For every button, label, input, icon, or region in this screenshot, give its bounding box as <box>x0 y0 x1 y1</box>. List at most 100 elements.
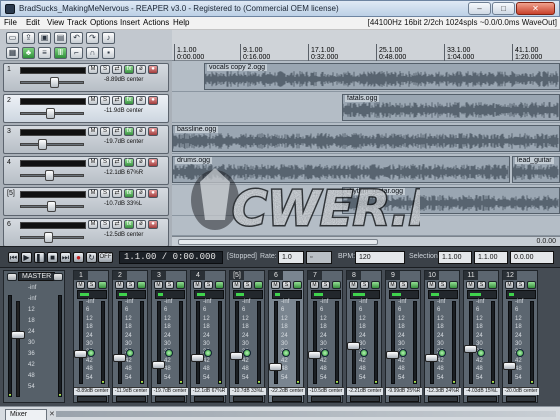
channel-strip[interactable]: 4MS-inf61218243036424854-12.1dB 67%R <box>190 270 227 403</box>
mute-button[interactable]: M <box>88 96 98 105</box>
grid-icon[interactable]: ▦ <box>6 47 19 59</box>
record-input-led[interactable] <box>360 349 368 357</box>
channel-strip[interactable]: 11MS-inf61218243036424854-4.03dB 15%L <box>463 270 500 403</box>
repeat-icon[interactable]: ↻ <box>86 252 97 263</box>
menu-insert[interactable]: Insert <box>120 18 140 27</box>
envelope-icon[interactable]: Ⅲ <box>54 47 67 59</box>
media-item[interactable]: fatals.ogg <box>342 94 560 121</box>
solo-button[interactable]: S <box>100 127 110 136</box>
channel-strip[interactable]: 7MS-inf61218243036424854-10.5dB center <box>307 270 344 403</box>
record-input-led[interactable] <box>126 349 134 357</box>
channel-pan-knob[interactable] <box>389 290 419 299</box>
channel-name-field[interactable] <box>506 396 536 402</box>
volume-knob[interactable] <box>46 108 55 119</box>
channel-pan-knob[interactable] <box>311 290 341 299</box>
selection-end-field[interactable]: 1.1.00 <box>474 251 508 264</box>
track-name-field[interactable] <box>20 222 86 229</box>
master-fader-knob[interactable] <box>11 331 25 339</box>
record-input-led[interactable] <box>165 349 173 357</box>
channel-fader-knob[interactable] <box>386 350 399 359</box>
channel-name-field[interactable] <box>116 396 146 402</box>
snap-icon[interactable]: ♣ <box>22 47 35 59</box>
timeline-ruler[interactable]: 1.1.00 0:00.000 9.1.00 0:16.000 17.1.00 … <box>172 30 560 61</box>
channel-mute-button[interactable]: M <box>76 281 85 289</box>
channel-mute-button[interactable]: M <box>388 281 397 289</box>
channel-mute-button[interactable]: M <box>232 281 241 289</box>
channel-mute-button[interactable]: M <box>466 281 475 289</box>
settings-icon[interactable]: ▪ <box>102 47 115 59</box>
channel-mute-button[interactable]: M <box>193 281 202 289</box>
volume-knob[interactable] <box>38 139 47 150</box>
channel-fx-button[interactable] <box>254 281 263 289</box>
io-routing-button[interactable]: ⇄ <box>112 65 122 74</box>
channel-mute-button[interactable]: M <box>154 281 163 289</box>
channel-name-field[interactable] <box>194 396 224 402</box>
channel-strip[interactable]: 1MS-inf61218243036424854-8.89dB center <box>73 270 110 403</box>
channel-mute-button[interactable]: M <box>505 281 514 289</box>
close-button[interactable]: ✕ <box>516 2 555 15</box>
undo-icon[interactable]: ↶ <box>70 32 83 44</box>
menu-file[interactable]: File <box>4 18 17 27</box>
track-panel-6[interactable]: 6 M S ⇄ fx ø ● -12.5dB center <box>3 218 169 246</box>
master-fader-track[interactable] <box>16 301 20 397</box>
channel-solo-button[interactable]: S <box>477 281 486 289</box>
io-routing-button[interactable]: ⇄ <box>112 127 122 136</box>
channel-pan-knob[interactable] <box>194 290 224 299</box>
channel-pan-knob[interactable] <box>116 290 146 299</box>
record-input-led[interactable] <box>243 349 251 357</box>
volume-knob[interactable] <box>44 232 53 243</box>
selection-length-field[interactable]: 0.0.00 <box>510 251 554 264</box>
record-arm-button[interactable]: ● <box>148 127 158 136</box>
channel-solo-button[interactable]: S <box>126 281 135 289</box>
channel-fx-button[interactable] <box>137 281 146 289</box>
channel-fx-button[interactable] <box>215 281 224 289</box>
channel-fx-button[interactable] <box>488 281 497 289</box>
channel-fader-knob[interactable] <box>347 342 360 351</box>
track-panel-1[interactable]: 1 M S ⇄ fx ø ● -8.89dB center <box>3 63 169 92</box>
io-routing-button[interactable]: ⇄ <box>112 96 122 105</box>
channel-mute-button[interactable]: M <box>115 281 124 289</box>
mixer-tab[interactable]: Mixer <box>5 409 47 420</box>
record-input-led[interactable] <box>477 349 485 357</box>
track-panel-2[interactable]: 2 M S ⇄ fx ø ● -11.9dB center <box>3 94 169 123</box>
channel-fader-knob[interactable] <box>230 352 243 360</box>
channel-fader-track[interactable] <box>196 301 200 384</box>
maximize-button[interactable]: □ <box>492 2 515 15</box>
channel-fx-button[interactable] <box>332 281 341 289</box>
track-name-field[interactable] <box>20 98 86 105</box>
record-input-led[interactable] <box>282 349 290 357</box>
menu-actions[interactable]: Actions <box>143 18 169 27</box>
channel-fader-track[interactable] <box>157 301 161 384</box>
track-name-field[interactable] <box>20 160 86 167</box>
fx-button[interactable]: fx <box>124 96 134 105</box>
lock-toggle-icon[interactable]: ∩ <box>86 47 99 59</box>
menu-edit[interactable]: Edit <box>26 18 40 27</box>
channel-pan-knob[interactable] <box>233 290 263 299</box>
phase-button[interactable]: ø <box>136 127 146 136</box>
record-icon[interactable]: ● <box>73 252 84 263</box>
track-name-field[interactable] <box>20 67 86 74</box>
record-input-led[interactable] <box>438 349 446 357</box>
channel-solo-button[interactable]: S <box>516 281 525 289</box>
minimize-button[interactable]: – <box>468 2 491 15</box>
track-panel-4[interactable]: 4 M S ⇄ fx ø ● -12.1dB 67%R <box>3 156 169 185</box>
project-settings-icon[interactable]: ▤ <box>54 32 67 44</box>
channel-name-field[interactable] <box>467 396 497 402</box>
channel-solo-button[interactable]: S <box>282 281 291 289</box>
io-routing-button[interactable]: ⇄ <box>112 158 122 167</box>
channel-fader-track[interactable] <box>313 301 317 384</box>
track-name-field[interactable] <box>20 129 86 136</box>
solo-button[interactable]: S <box>100 96 110 105</box>
channel-fader-track[interactable] <box>391 301 395 384</box>
redo-icon[interactable]: ↷ <box>86 32 99 44</box>
channel-fader-knob[interactable] <box>152 361 165 369</box>
channel-strip[interactable]: 10MS-inf61218243036424854-12.3dB 24%R <box>424 270 461 403</box>
channel-pan-knob[interactable] <box>350 290 380 299</box>
mute-button[interactable]: M <box>88 127 98 136</box>
volume-knob[interactable] <box>47 201 56 212</box>
mute-button[interactable]: M <box>88 189 98 198</box>
menu-view[interactable]: View <box>47 18 64 27</box>
autocrossfade-off-button[interactable]: OFF <box>98 252 113 263</box>
fx-button[interactable]: fx <box>124 65 134 74</box>
media-item[interactable]: bassline.ogg <box>172 125 560 152</box>
